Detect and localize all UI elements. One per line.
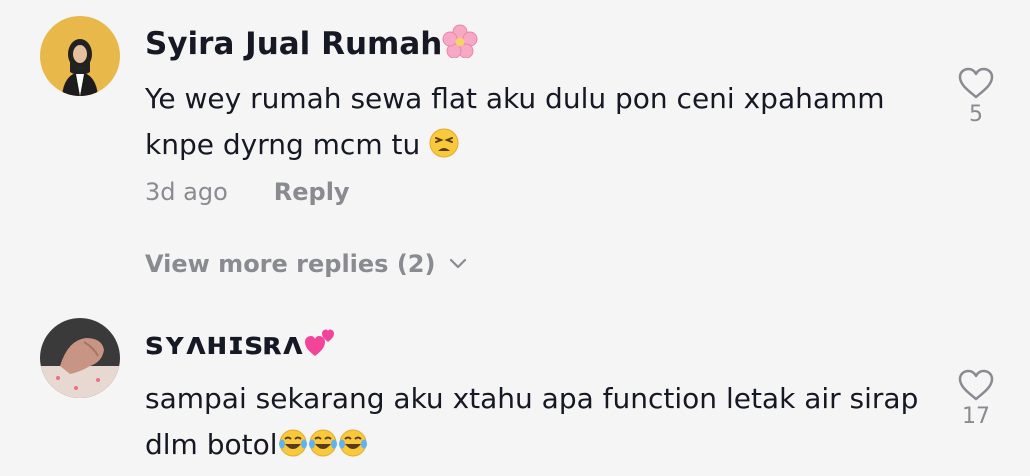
avatar[interactable]	[40, 16, 120, 96]
laughing-tears-icon	[308, 426, 338, 472]
laughing-tears-icon	[278, 426, 308, 472]
laughing-tears-icon	[338, 426, 368, 472]
comment-item: Syira Jual Rumah Ye wey rumah sewa flat …	[0, 0, 1030, 300]
view-more-replies-button[interactable]: View more replies (2)	[145, 250, 467, 278]
view-more-replies-label: View more replies (2)	[145, 250, 436, 278]
avatar-image	[40, 16, 120, 96]
comment-text-segment: dlm botol	[145, 428, 278, 461]
tired-face-icon	[429, 126, 459, 172]
comment-item: ꜱʏᴧʜɪꜱʀᴧ sampai sekarang aku xtahu apa f…	[0, 300, 1030, 476]
avatar[interactable]	[40, 318, 120, 398]
heart-icon	[958, 369, 994, 401]
comment-text-segment: knpe dyrng mcm tu	[145, 128, 430, 161]
like-count: 5	[969, 102, 983, 127]
comment-text-line: knpe dyrng mcm tu	[145, 122, 885, 172]
comment-text: sampai sekarang aku xtahu apa function l…	[145, 376, 918, 472]
two-hearts-icon	[303, 326, 337, 364]
comment-text-line: Ye wey rumah sewa flat aku dulu pon ceni…	[145, 82, 885, 115]
heart-icon	[958, 67, 994, 99]
username[interactable]: Syira Jual Rumah	[145, 24, 478, 64]
avatar-image	[40, 318, 120, 398]
like-button[interactable]: 5	[952, 66, 1000, 128]
reply-button[interactable]: Reply	[274, 178, 350, 206]
comment-text-line: dlm botol	[145, 422, 918, 472]
username-text: ꜱʏᴧʜɪꜱʀᴧ	[145, 326, 303, 362]
comment-text-line: sampai sekarang aku xtahu apa function l…	[145, 382, 919, 415]
username[interactable]: ꜱʏᴧʜɪꜱʀᴧ	[145, 326, 337, 364]
like-count: 17	[962, 404, 990, 429]
comment-text: Ye wey rumah sewa flat aku dulu pon ceni…	[145, 76, 885, 172]
like-button[interactable]: 17	[952, 368, 1000, 430]
comment-list: Syira Jual Rumah Ye wey rumah sewa flat …	[0, 0, 1030, 476]
comment-time: 3d ago	[145, 178, 228, 206]
comment-meta: 3d ago Reply	[145, 178, 350, 206]
username-text: Syira Jual Rumah	[145, 26, 443, 62]
cherry-blossom-icon	[442, 24, 478, 64]
chevron-down-icon	[450, 258, 467, 269]
